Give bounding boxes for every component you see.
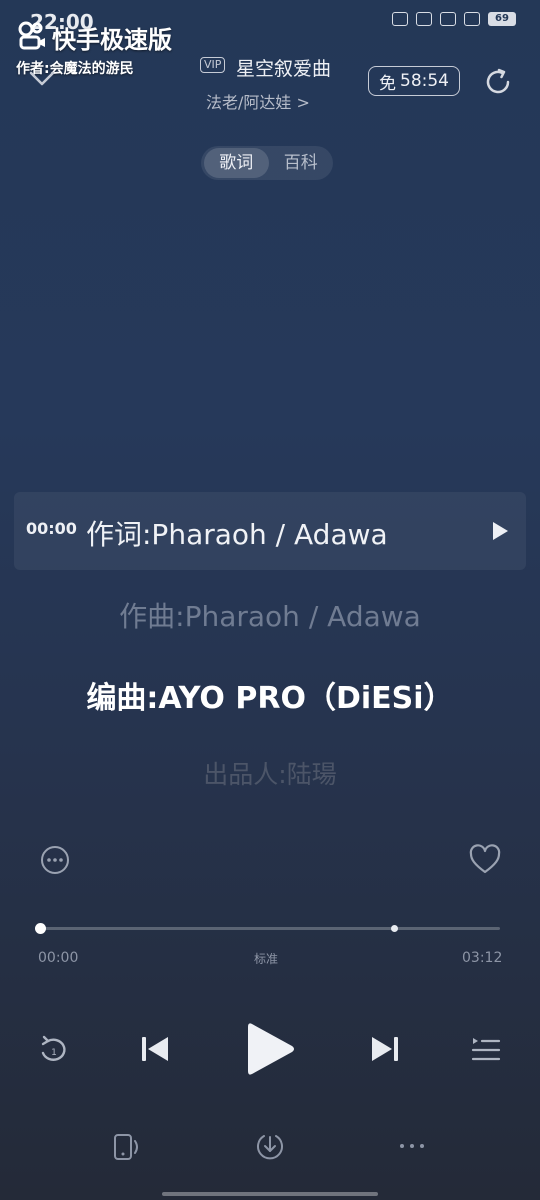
more-circle-icon[interactable] (40, 845, 70, 875)
song-title: 星空叙爱曲 (236, 58, 332, 80)
home-indicator[interactable] (162, 1192, 378, 1196)
playlist-icon[interactable] (470, 1034, 502, 1066)
heart-icon[interactable] (468, 843, 502, 877)
tab-lyrics[interactable]: 歌词 (204, 148, 269, 178)
kuaishou-logo-icon (18, 21, 45, 50)
alarm-icon (392, 12, 408, 26)
lyric-seek-time: 00:00 (26, 519, 77, 538)
lyric-line[interactable]: 出品人:陆瑒 (0, 755, 540, 791)
share-refresh-icon[interactable] (482, 66, 514, 98)
lyric-line[interactable]: 作词:Pharaoh / Adawa (86, 513, 388, 553)
download-icon[interactable] (254, 1130, 286, 1162)
lyrics-tabs: 歌词 百科 (201, 146, 333, 180)
watermark-app-name: 快手极速版 (52, 26, 172, 54)
next-icon[interactable] (368, 1032, 402, 1066)
status-icons: 69 (392, 12, 516, 26)
collapse-chevron-icon[interactable] (28, 70, 56, 88)
previous-icon[interactable] (138, 1032, 172, 1066)
more-dots-icon[interactable] (396, 1136, 428, 1156)
wifi-icon (464, 12, 480, 26)
buffer-marker (391, 925, 398, 932)
lyric-line[interactable]: 作曲:Pharaoh / Adawa (0, 595, 540, 635)
vip-badge: VIP (200, 57, 226, 73)
device-icon[interactable] (112, 1132, 144, 1162)
repeat-one-icon[interactable]: 1 (36, 1034, 72, 1066)
free-timer: 58:54 (400, 71, 449, 91)
play-icon[interactable] (244, 1020, 298, 1078)
artist-link[interactable]: 法老/阿达娃 > (206, 89, 310, 113)
tab-wiki[interactable]: 百科 (269, 148, 334, 178)
total-time: 03:12 (462, 950, 503, 966)
lyric-line-current[interactable]: 编曲:AYO PRO（DiESi） (0, 673, 540, 717)
battery-indicator: 69 (488, 12, 516, 26)
free-label: 免 (379, 73, 396, 94)
free-listen-badge[interactable]: 免 58:54 (368, 66, 460, 96)
lyric-play-icon[interactable] (489, 520, 511, 542)
progress-track[interactable] (40, 927, 500, 930)
current-time: 00:00 (38, 950, 79, 966)
svg-text:1: 1 (51, 1048, 57, 1058)
progress-knob[interactable] (35, 923, 46, 934)
quality-selector[interactable]: 标准 (254, 950, 278, 967)
hd-icon (416, 12, 432, 26)
signal-icon (440, 12, 456, 26)
